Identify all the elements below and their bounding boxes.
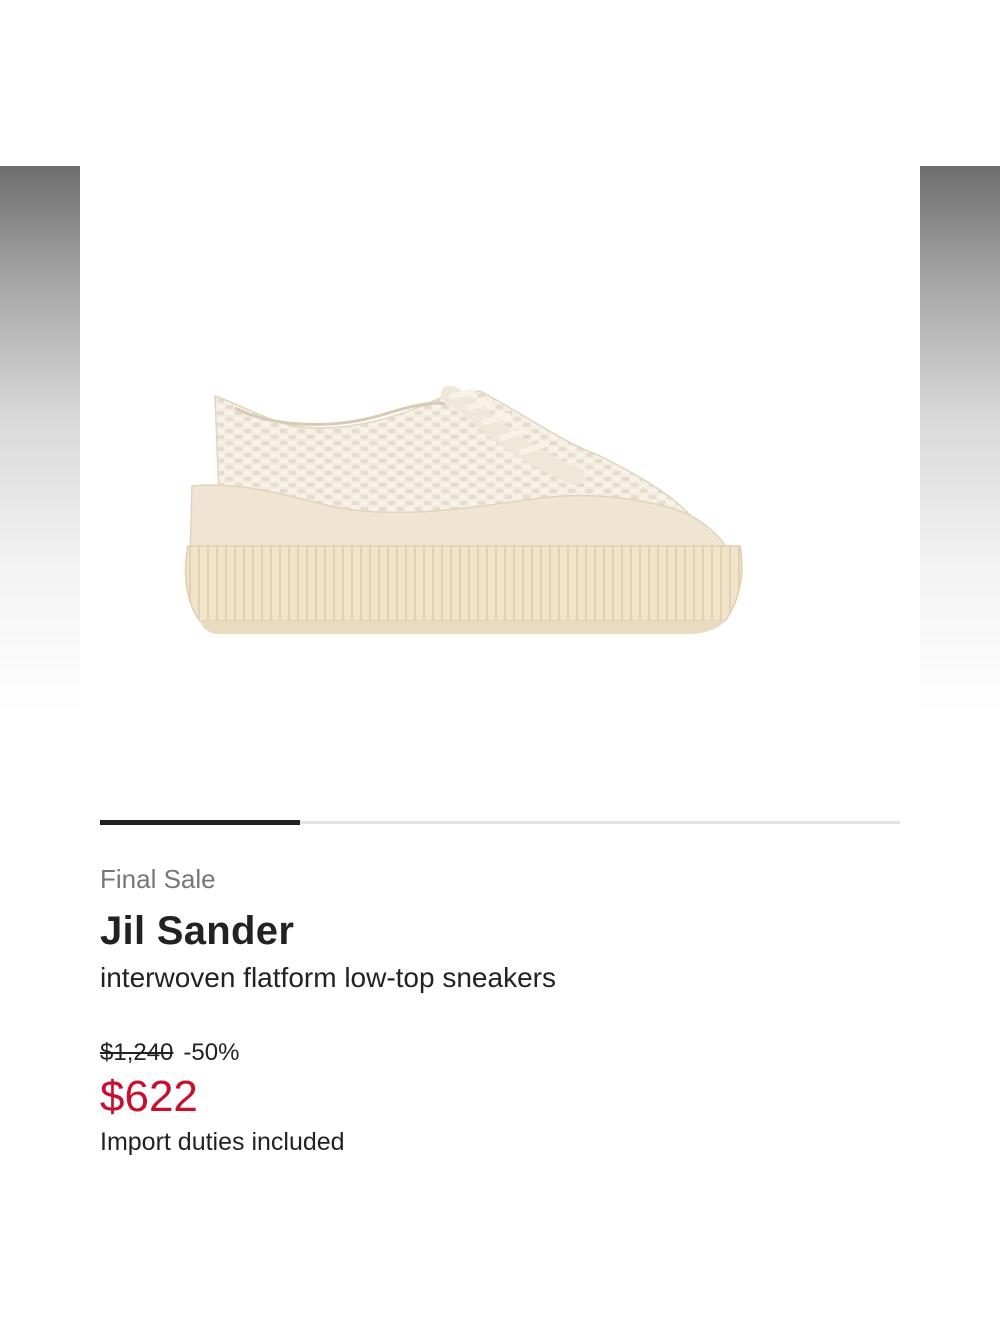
left-edge-shadow	[0, 166, 80, 1164]
sneaker-icon	[184, 386, 743, 634]
duties-note: Import duties included	[100, 1128, 345, 1156]
right-edge-shadow	[920, 166, 1000, 1164]
image-carousel-indicator[interactable]	[100, 820, 900, 825]
price-row: $1,240 -50%	[100, 1039, 239, 1067]
product-card: Final Sale Jil Sander interwoven flatfor…	[80, 166, 920, 1164]
brand-name[interactable]: Jil Sander	[100, 909, 294, 954]
carousel-active-segment	[100, 820, 300, 825]
product-image[interactable]	[180, 386, 800, 646]
screenshot-frame: Final Sale Jil Sander interwoven flatfor…	[0, 0, 1000, 1333]
sale-label: Final Sale	[100, 864, 216, 894]
original-price: $1,240	[100, 1039, 174, 1066]
discount-badge: -50%	[183, 1039, 240, 1066]
sale-price: $622	[100, 1072, 198, 1121]
product-description: interwoven flatform low-top sneakers	[100, 962, 556, 993]
